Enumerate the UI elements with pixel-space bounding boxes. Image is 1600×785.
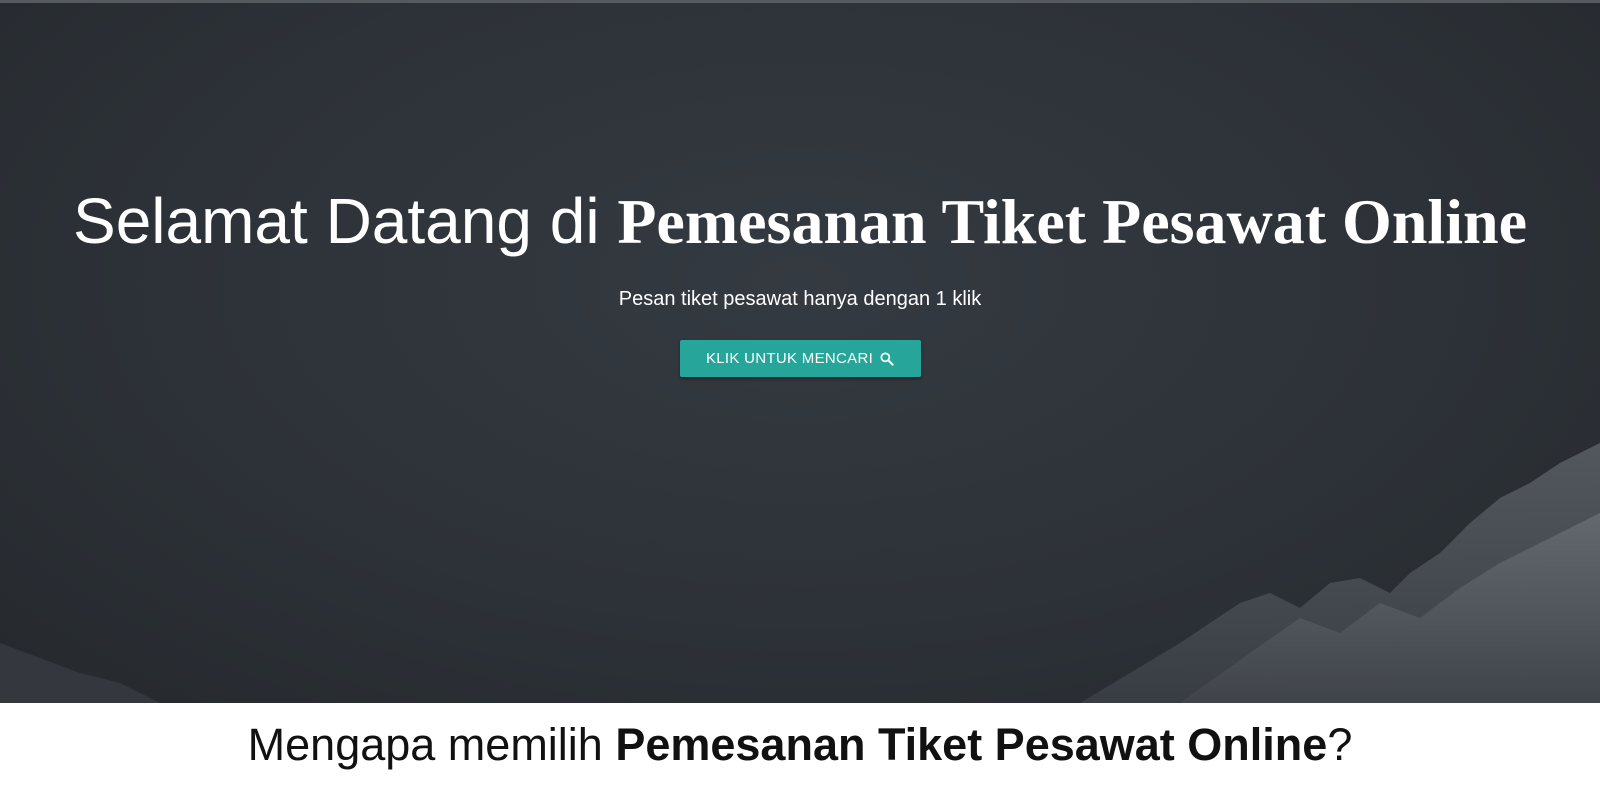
why-title-suffix: ?: [1327, 719, 1353, 770]
search-icon: [880, 351, 894, 366]
hero-title-brand: Pemesanan Tiket Pesawat Online: [617, 186, 1527, 257]
why-choose-title: Mengapa memilih Pemesanan Tiket Pesawat …: [0, 717, 1600, 773]
hero-title: Selamat Datang di Pemesanan Tiket Pesawa…: [0, 179, 1600, 264]
hero-content: Selamat Datang di Pemesanan Tiket Pesawa…: [0, 3, 1600, 703]
why-choose-section: Mengapa memilih Pemesanan Tiket Pesawat …: [0, 703, 1600, 785]
hero-title-prefix: Selamat Datang di: [73, 185, 618, 257]
why-title-brand: Pemesanan Tiket Pesawat Online: [615, 719, 1328, 770]
search-button[interactable]: KLIK UNTUK MENCARI: [680, 340, 921, 377]
why-title-prefix: Mengapa memilih: [247, 719, 616, 770]
search-button-label: KLIK UNTUK MENCARI: [705, 350, 874, 367]
hero-section: Selamat Datang di Pemesanan Tiket Pesawa…: [0, 3, 1600, 703]
hero-subtitle: Pesan tiket pesawat hanya dengan 1 klik: [618, 288, 982, 310]
